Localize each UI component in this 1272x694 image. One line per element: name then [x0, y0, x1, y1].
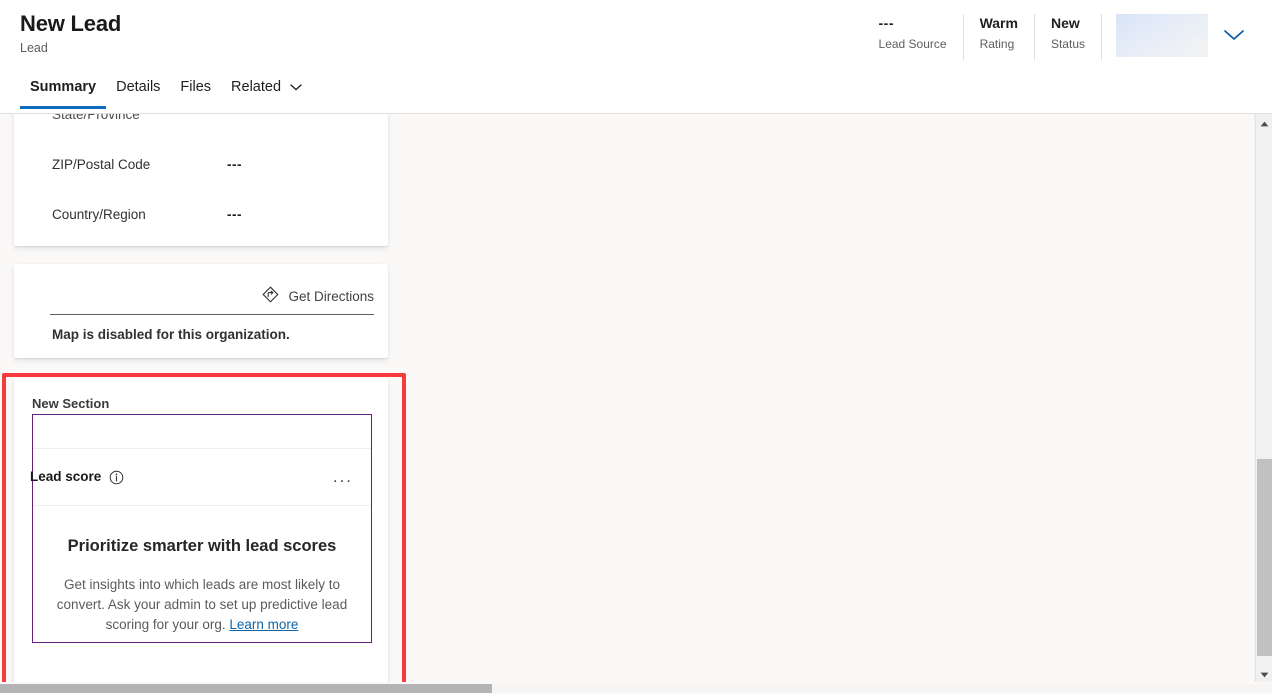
horizontal-scrollbar[interactable]	[0, 682, 1272, 694]
field-country-region[interactable]: Country/Region ---	[52, 206, 368, 224]
tab-summary-label: Summary	[30, 79, 97, 95]
meta-divider	[1101, 14, 1102, 60]
lead-score-promo-body: Get insights into which leads are most l…	[56, 577, 348, 632]
vertical-scroll-thumb[interactable]	[1257, 459, 1272, 656]
new-section-card: New Section Lead score ... Prioritize sm…	[14, 378, 388, 682]
tab-summary[interactable]: Summary	[20, 72, 107, 109]
map-divider	[50, 314, 374, 315]
meta-rating-label: Rating	[979, 37, 1015, 51]
more-options-icon[interactable]: ...	[331, 468, 355, 486]
page-header: New Lead Lead --- Lead Source Warm Ratin…	[0, 0, 1272, 74]
meta-status-value: New	[1050, 15, 1080, 31]
meta-lead-source-value: ---	[878, 15, 895, 31]
get-directions-button[interactable]: Get Directions	[262, 286, 374, 308]
address-card: State/Province ZIP/Postal Code --- Count…	[14, 114, 388, 246]
meta-lead-source-label: Lead Source	[878, 37, 947, 51]
horizontal-scroll-thumb[interactable]	[0, 684, 492, 693]
chevron-down-icon	[290, 77, 302, 97]
field-state-province: State/Province	[52, 114, 368, 124]
page-title: New Lead	[20, 11, 122, 36]
info-circle-icon[interactable]	[109, 470, 124, 485]
field-country-region-label: Country/Region	[52, 207, 146, 222]
lead-score-promo-text: Get insights into which leads are most l…	[53, 575, 351, 635]
field-state-province-label: State/Province	[52, 114, 140, 122]
meta-rating[interactable]: Warm Rating	[964, 14, 1034, 60]
scroll-down-arrow-icon	[1260, 665, 1269, 683]
form-canvas: State/Province ZIP/Postal Code --- Count…	[0, 114, 1240, 682]
tab-files-label: Files	[180, 79, 212, 95]
lead-score-title-wrap: Lead score	[30, 468, 124, 486]
lead-score-control[interactable]: Lead score ... Prioritize smarter with l…	[30, 414, 372, 643]
scroll-up-arrow-icon	[1260, 114, 1269, 132]
tab-related[interactable]: Related	[221, 72, 312, 109]
tab-bar: Summary Details Files Related	[0, 72, 1272, 114]
header-expand-button[interactable]	[1214, 14, 1254, 60]
scroll-down-button[interactable]	[1256, 665, 1272, 682]
directions-diamond-icon	[262, 286, 280, 308]
chevron-down-icon	[1223, 28, 1245, 47]
tab-related-label: Related	[231, 79, 282, 95]
field-zip-postal-code-label: ZIP/Postal Code	[52, 157, 151, 172]
lead-score-header: Lead score ...	[30, 448, 371, 506]
meta-status-label: Status	[1050, 37, 1085, 51]
page-subtitle: Lead	[20, 41, 48, 55]
horizontal-scroll-track[interactable]	[492, 684, 1272, 693]
tab-files[interactable]: Files	[170, 72, 221, 109]
meta-rating-value: Warm	[979, 15, 1018, 31]
tab-details-label: Details	[116, 79, 161, 95]
lead-score-promo: Prioritize smarter with lead scores Get …	[33, 507, 371, 635]
field-country-region-value: ---	[227, 207, 242, 222]
lead-score-title: Lead score	[30, 469, 102, 484]
meta-lead-source[interactable]: --- Lead Source	[879, 14, 963, 60]
learn-more-link[interactable]: Learn more	[229, 617, 298, 632]
scroll-up-button[interactable]	[1256, 114, 1272, 131]
new-section-label: New Section	[32, 396, 110, 411]
map-disabled-message: Map is disabled for this organization.	[52, 327, 290, 342]
field-zip-postal-code-value: ---	[227, 157, 242, 172]
meta-loading-placeholder	[1116, 14, 1208, 57]
header-meta-bar: --- Lead Source Warm Rating New Status	[879, 14, 1254, 60]
lead-score-promo-title: Prioritize smarter with lead scores	[67, 537, 337, 555]
header-title-block: New Lead Lead	[20, 10, 121, 57]
meta-status[interactable]: New Status	[1035, 14, 1101, 60]
field-zip-postal-code[interactable]: ZIP/Postal Code ---	[52, 156, 368, 174]
vertical-scrollbar[interactable]	[1255, 114, 1272, 682]
map-card: Get Directions Map is disabled for this …	[14, 264, 388, 358]
tab-details[interactable]: Details	[106, 72, 170, 109]
get-directions-label: Get Directions	[288, 289, 374, 304]
